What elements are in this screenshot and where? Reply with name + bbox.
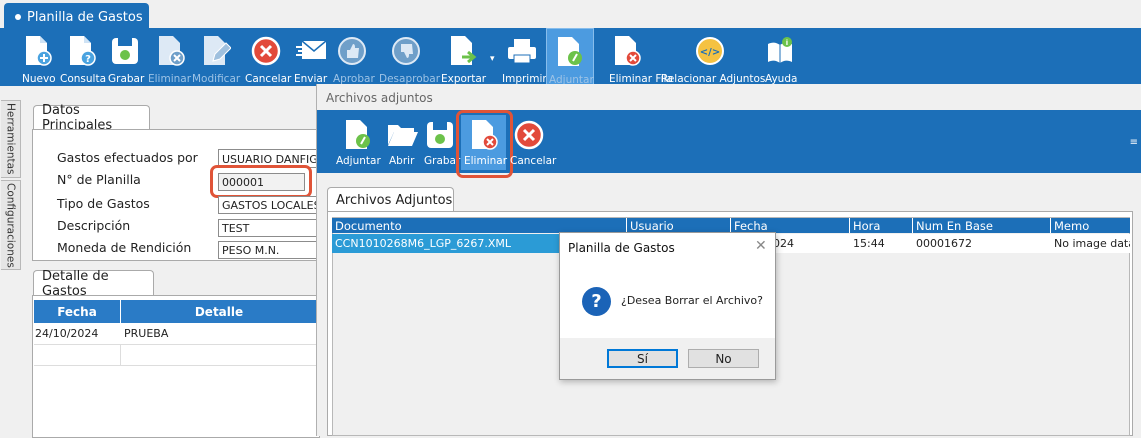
nuevo-label: Nuevo — [22, 73, 56, 85]
exportar-button[interactable]: Exportar — [441, 28, 486, 86]
printer-icon — [506, 35, 538, 67]
column-header-fecha[interactable]: Fecha — [731, 218, 850, 233]
tipo-gastos-label: Tipo de Gastos — [57, 196, 150, 211]
column-header-usuario[interactable]: Usuario — [627, 218, 731, 233]
column-header-detalle[interactable]: Detalle — [121, 300, 317, 323]
app-title: Planilla de Gastos — [27, 9, 143, 25]
thumbs-down-icon — [390, 35, 422, 67]
adjuntar-button[interactable]: Adjuntar — [546, 28, 594, 86]
att-abrir-label: Abrir — [389, 155, 415, 167]
imprimir-button[interactable]: Imprimir — [502, 28, 547, 86]
grid-divider — [34, 365, 317, 366]
grid-divider — [120, 344, 121, 366]
column-header-fecha[interactable]: Fecha — [34, 300, 120, 323]
datos-principales-tab[interactable]: Datos Principales — [33, 103, 150, 133]
cancelar-label: Cancelar — [245, 73, 292, 85]
export-dropdown-icon[interactable]: ▾ — [490, 54, 495, 64]
main-toolbar: Nuevo ? Consulta Grabar Eliminar Modific… — [0, 28, 1141, 86]
toolbar-menu-icon[interactable]: ≡ — [1130, 137, 1138, 148]
row-detalle: PRUEBA — [124, 327, 169, 340]
export-document-icon — [447, 35, 479, 67]
column-header-documento[interactable]: Documento — [332, 218, 627, 233]
cell-documento[interactable]: CCN1010268M6_LGP_6267.XML — [332, 234, 560, 253]
att-grabar-button[interactable]: Grabar — [423, 117, 461, 171]
tipo-gastos-field[interactable]: GASTOS LOCALES — [218, 196, 318, 214]
desaprobar-button[interactable]: Desaprobar — [379, 28, 440, 86]
row-fecha: 24/10/2024 — [35, 327, 99, 340]
aprobar-button[interactable]: Aprobar — [333, 28, 375, 86]
eliminar-label: Eliminar — [148, 73, 192, 85]
modificar-label: Modificar — [192, 73, 241, 85]
cell-memo: No image data — [1054, 237, 1130, 250]
cancel-icon — [250, 35, 282, 67]
dialog-title: Planilla de Gastos — [568, 241, 675, 255]
send-mail-icon — [296, 35, 328, 67]
numero-planilla-label: N° de Planilla — [57, 172, 141, 187]
side-tab-herramientas[interactable]: Herramientas — [1, 100, 21, 178]
modificar-button[interactable]: Modificar — [192, 28, 240, 86]
svg-text:i: i — [786, 39, 788, 47]
cell-fecha: 024 — [773, 237, 794, 250]
cell-hora: 15:44 — [853, 237, 885, 250]
thumbs-up-icon — [336, 35, 368, 67]
consulta-button[interactable]: ? Consulta — [60, 28, 106, 86]
moneda-rendicion-label: Moneda de Rendición — [57, 240, 192, 255]
descripcion-field[interactable]: TEST — [218, 219, 318, 237]
moneda-rendicion-field[interactable]: PESO M.N. — [218, 241, 318, 259]
eliminar-highlight — [456, 110, 513, 178]
att-adjuntar-label: Adjuntar — [336, 155, 381, 167]
archivos-adjuntos-tab[interactable]: Archivos Adjuntos — [327, 187, 454, 213]
grabar-label: Grabar — [108, 73, 145, 85]
cell-num-en-base: 00001672 — [916, 237, 972, 250]
side-tab-configuraciones[interactable]: Configuraciones — [1, 180, 21, 270]
attachments-window-title: Archivos adjuntos — [326, 91, 433, 105]
descripcion-label: Descripción — [57, 218, 131, 233]
app-title-tab[interactable]: Planilla de Gastos — [4, 3, 149, 31]
cancelar-button[interactable]: Cancelar — [245, 28, 291, 86]
ayuda-button[interactable]: i Ayuda — [764, 28, 797, 86]
column-header-hora[interactable]: Hora — [850, 218, 913, 233]
svg-text:</>: </> — [700, 47, 720, 58]
numero-planilla-highlight — [210, 165, 312, 198]
confirm-dialog: Planilla de Gastos ✕ ? ¿Desea Borrar el … — [559, 232, 776, 380]
nuevo-button[interactable]: Nuevo — [22, 28, 56, 86]
question-icon: ? — [582, 287, 611, 316]
gastos-efectuados-label: Gastos efectuados por — [57, 150, 198, 165]
link-attachments-icon: </> — [694, 35, 726, 67]
eliminar-fila-button[interactable]: Eliminar Fila — [609, 28, 673, 86]
delete-document-icon — [155, 35, 187, 67]
new-document-icon — [22, 35, 54, 67]
query-document-icon: ? — [66, 35, 98, 67]
folder-open-icon — [388, 125, 418, 146]
cancel-icon — [514, 120, 544, 150]
delete-row-icon — [611, 35, 643, 67]
no-button[interactable]: No — [688, 349, 759, 368]
yes-button[interactable]: Sí — [607, 349, 678, 368]
grabar-button[interactable]: Grabar — [108, 28, 145, 86]
eliminar-button[interactable]: Eliminar — [148, 28, 191, 86]
attach-document-icon — [554, 36, 586, 68]
attach-document-icon — [346, 120, 370, 149]
save-icon — [109, 35, 141, 67]
save-icon — [427, 122, 453, 148]
enviar-button[interactable]: Enviar — [294, 28, 328, 86]
edit-document-icon — [200, 35, 232, 67]
att-abrir-button[interactable]: Abrir — [386, 117, 418, 171]
column-header-num-en-base[interactable]: Num En Base — [913, 218, 1051, 233]
column-header-memo[interactable]: Memo — [1051, 218, 1130, 233]
att-cancelar-label: Cancelar — [510, 155, 557, 167]
window-dot-icon — [15, 14, 21, 20]
att-grabar-label: Grabar — [424, 155, 461, 167]
consulta-label: Consulta — [60, 73, 107, 85]
help-book-icon: i — [764, 35, 796, 67]
close-icon[interactable]: ✕ — [755, 238, 767, 254]
svg-text:?: ? — [85, 54, 91, 65]
detalle-gastos-tab[interactable]: Detalle de Gastos — [33, 269, 154, 299]
dialog-message: ¿Desea Borrar el Archivo? — [621, 294, 763, 307]
table-row[interactable]: 24/10/2024 PRUEBA — [34, 324, 317, 345]
att-adjuntar-button[interactable]: Adjuntar — [336, 117, 381, 171]
att-cancelar-button[interactable]: Cancelar — [510, 117, 556, 171]
relacionar-adjuntos-button[interactable]: </> Relacionar Adjuntos — [661, 28, 765, 86]
